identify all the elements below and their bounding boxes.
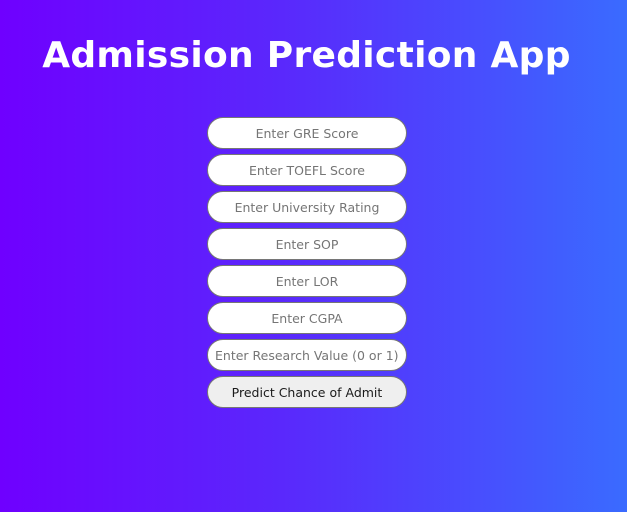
sop-input[interactable] bbox=[207, 228, 407, 260]
lor-input[interactable] bbox=[207, 265, 407, 297]
research-value-input[interactable] bbox=[207, 339, 407, 371]
gre-score-input[interactable] bbox=[207, 117, 407, 149]
toefl-score-input[interactable] bbox=[207, 154, 407, 186]
prediction-form: Predict Chance of Admit bbox=[207, 117, 407, 408]
cgpa-input[interactable] bbox=[207, 302, 407, 334]
university-rating-input[interactable] bbox=[207, 191, 407, 223]
page-title: Admission Prediction App bbox=[42, 35, 571, 76]
predict-chance-button[interactable]: Predict Chance of Admit bbox=[207, 376, 407, 408]
